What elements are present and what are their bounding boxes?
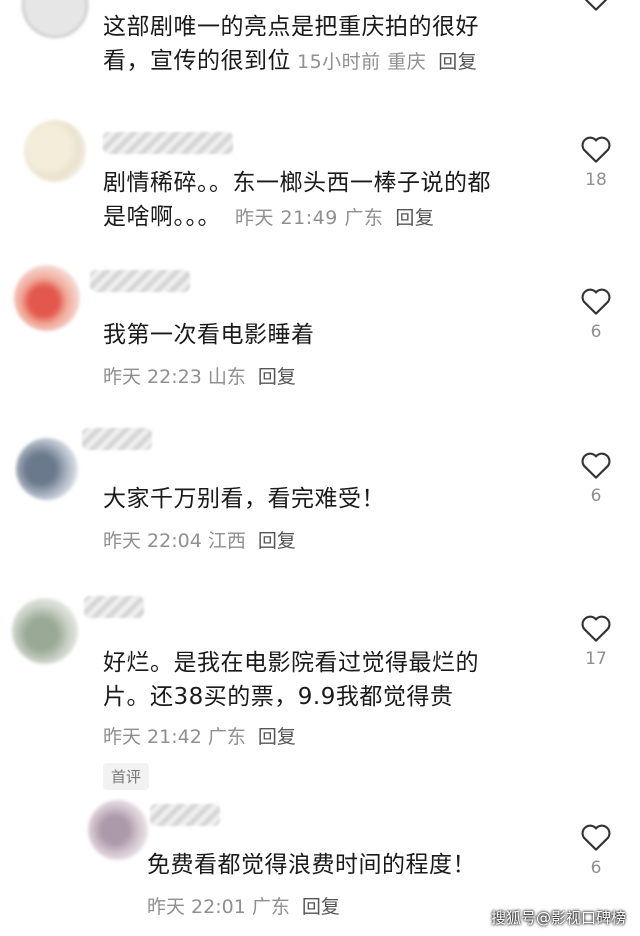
user-nickname-blurred [150,804,220,826]
reply-button[interactable]: 回复 [395,207,434,229]
like-count: 6 [590,858,602,878]
first-comment-badge: 首评 [103,763,150,790]
heart-icon [584,0,608,11]
like-button[interactable]: 6 [578,286,614,342]
reply-button[interactable]: 回复 [438,51,477,73]
like-button[interactable]: 6 [578,822,614,878]
user-avatar[interactable] [12,598,78,664]
comment-time: 昨天 21:42 [103,726,202,748]
comment-time: 昨天 21:49 [235,207,338,229]
user-avatar[interactable] [22,0,88,38]
comment-location: 江西 [207,530,246,552]
user-nickname-blurred [90,270,190,292]
comment-location: 广东 [344,207,384,229]
like-button[interactable]: 18 [578,134,614,190]
reply-button[interactable]: 回复 [258,726,296,748]
reply-button[interactable]: 回复 [258,366,296,388]
heart-icon [581,288,611,315]
user-avatar[interactable] [16,438,78,500]
comment-text: 免费看都觉得浪费时间的程度！ [147,852,476,878]
comment-text: 这部剧唯一的亮点是把重庆拍的很好 看，宣传的很到位 15小时前 重庆 回复 [103,14,479,74]
user-nickname-blurred [84,596,144,618]
user-nickname-blurred [103,132,233,154]
like-button[interactable]: 17 [578,613,614,669]
comment-time: 昨天 22:23 [103,366,202,388]
comment-text: 剧情稀碎。。东一榔头西一棒子说的都 是啥啊。。。 昨天 21:49 广东 回复 [103,170,491,230]
user-avatar[interactable] [24,120,86,182]
watermark: 搜狐号@影视口碑榜 [490,909,626,927]
user-nickname-blurred [82,428,152,450]
heart-icon [581,615,611,642]
comment-time: 昨天 22:01 [147,896,246,918]
heart-icon [581,824,611,851]
like-count: 18 [585,170,607,190]
comment-text: 好烂。是我在电影院看过觉得最烂的 片。还38买的票，9.9我都觉得贵 [103,650,479,710]
comment-location: 广东 [207,726,246,748]
like-button[interactable] [578,0,614,12]
comment-location: 重庆 [387,51,427,73]
comment-text: 大家千万别看，看完难受！ [103,486,385,512]
comment-time: 15小时前 [297,51,381,73]
reply-button[interactable]: 回复 [302,896,340,918]
heart-icon [581,136,611,163]
like-count: 6 [590,486,602,506]
heart-icon [581,452,611,479]
like-count: 17 [585,649,607,669]
comment-location: 山东 [207,366,246,388]
comment-location: 广东 [251,896,290,918]
like-count: 6 [590,322,602,342]
reply-button[interactable]: 回复 [258,530,296,552]
user-avatar[interactable] [88,800,148,860]
user-avatar[interactable] [14,265,80,331]
like-button[interactable]: 6 [578,450,614,506]
comment-time: 昨天 22:04 [103,530,202,552]
comment-text: 我第一次看电影睡着 [103,322,315,348]
